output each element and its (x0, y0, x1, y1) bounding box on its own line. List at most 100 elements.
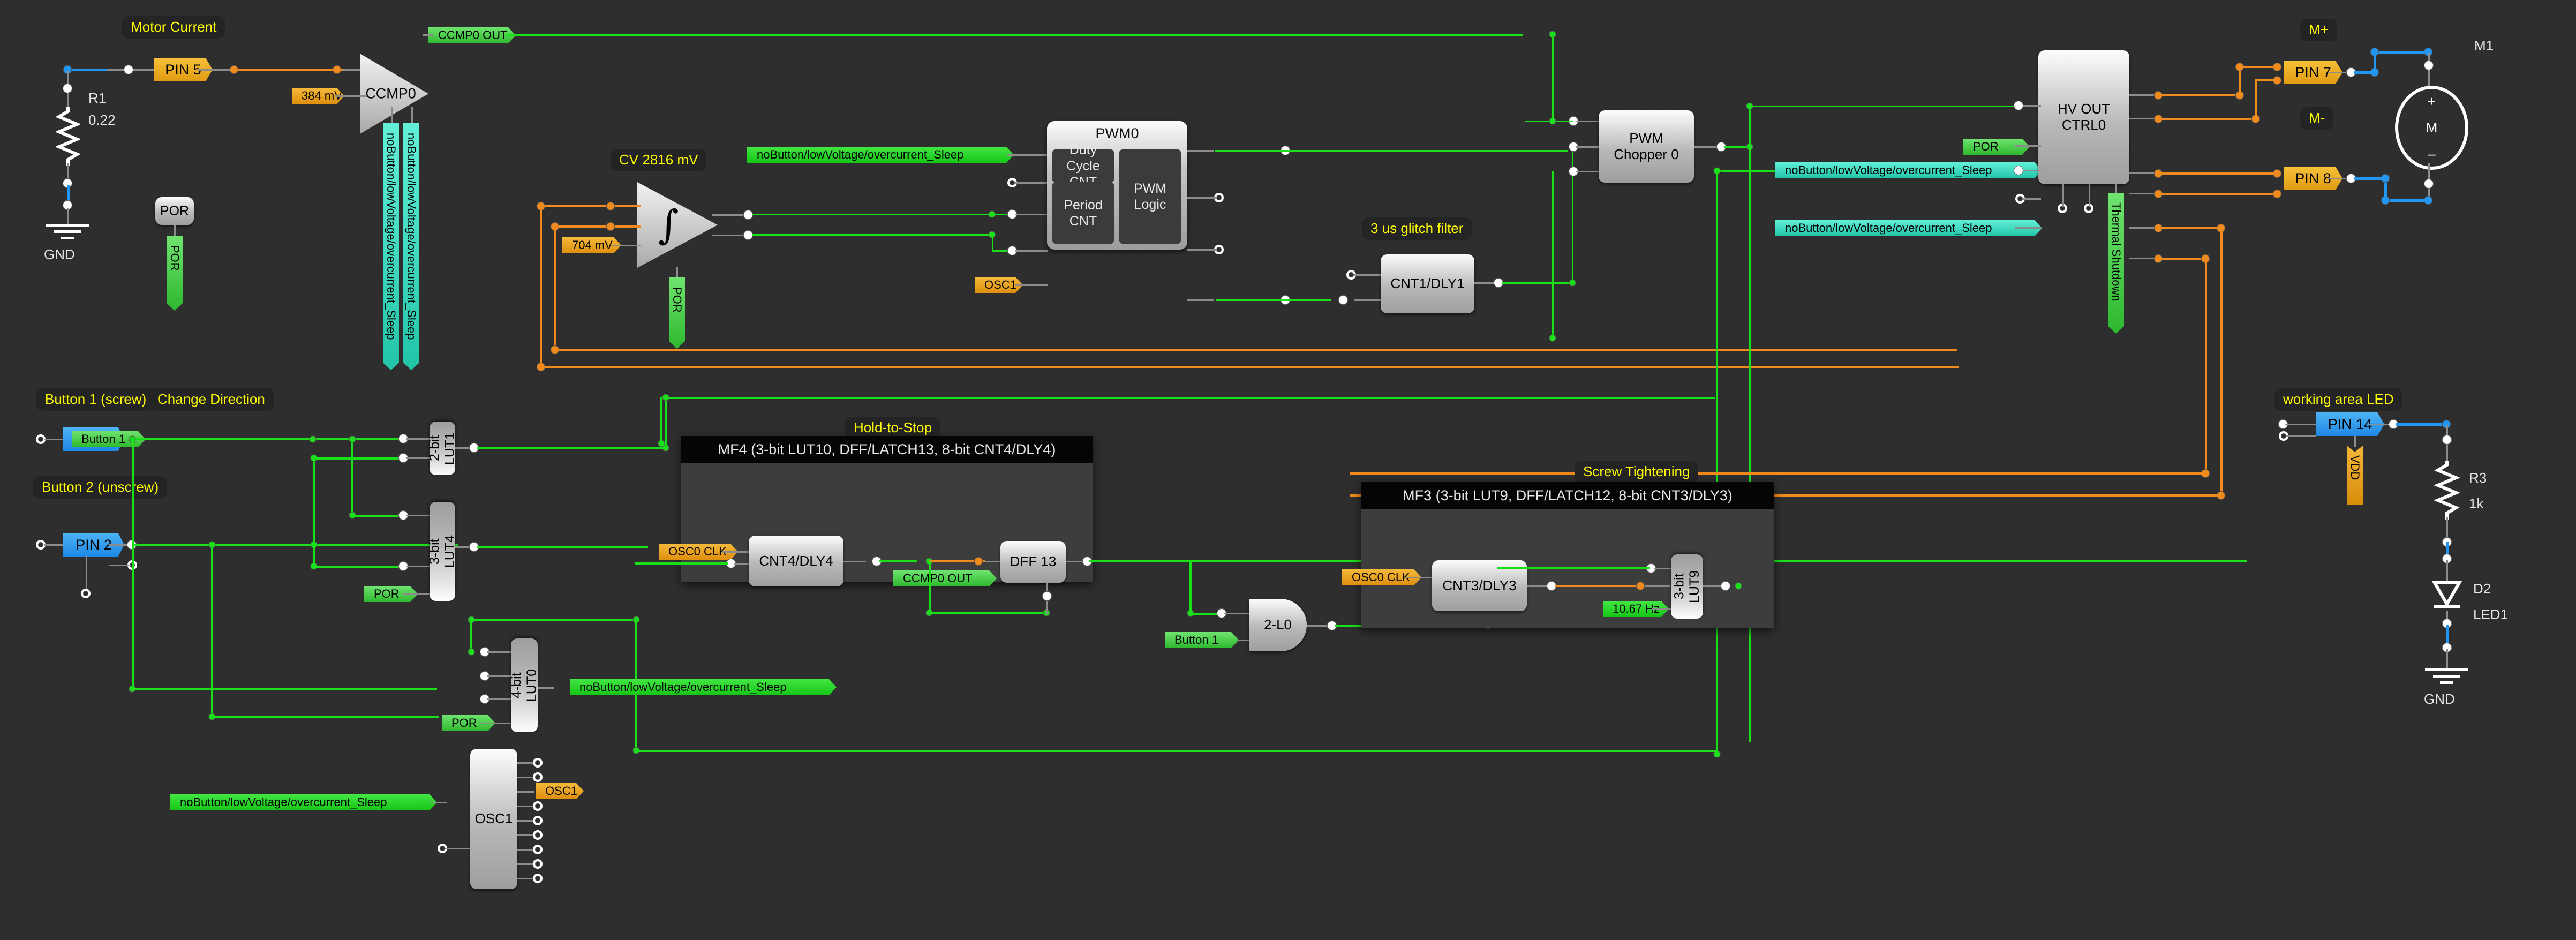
wire-amp-bus-b (554, 349, 1957, 351)
comparator-ccmp0[interactable]: CCMP0 (360, 54, 428, 134)
block-hv-out-ctrl0[interactable]: HV OUT CTRL0 (2038, 50, 2129, 184)
label-r1-ref: R1 (88, 90, 107, 106)
flag-sleep-hv-b[interactable]: noButton/lowVoltage/overcurrent_Sleep (1775, 220, 2042, 236)
wire-lut0-fb-top (470, 619, 637, 621)
block-lut4[interactable]: 3-bit LUT4 (427, 502, 457, 601)
wire-lut1-b-h (313, 457, 401, 460)
wire-hv-out-2 (2158, 172, 2280, 175)
flag-sleep-osc1[interactable]: noButton/lowVoltage/overcurrent_Sleep (170, 794, 437, 810)
node-r1-upper (63, 84, 72, 93)
block-osc1[interactable]: OSC1 (470, 749, 517, 889)
wire-osc1-o7 (517, 863, 534, 865)
ground-symbol-right (2425, 668, 2468, 687)
comment-glitch-filter: 3 us glitch filter (1362, 217, 1472, 240)
wire-pwm-in-b2 (992, 250, 1008, 252)
node-osc1-o5 (533, 830, 543, 840)
flag-por-left[interactable]: POR (167, 236, 183, 311)
wire-ccmp0out-long (506, 34, 1523, 36)
block-por-source-left[interactable]: POR (155, 197, 194, 225)
wire-lut9-in-c (1652, 608, 1671, 610)
comment-motor-current: Motor Current (122, 16, 225, 39)
wire-mf4-fb-left (929, 561, 931, 613)
wire-osc1-o3 (517, 806, 534, 807)
schematic-canvas[interactable]: Motor Current PIN 5 R1 0.22 GND POR POR … (0, 0, 2576, 940)
wire-osc1-o2 (517, 791, 534, 793)
wire-pwm-unused-1 (1015, 182, 1049, 184)
flag-ccmp0out-mf4[interactable]: CCMP0 OUT (893, 570, 997, 586)
wire-pin14-out (2369, 424, 2391, 425)
wire-amp-out-b-net (752, 234, 989, 236)
node-lut9-out (1721, 581, 1730, 591)
vflag-por-amp[interactable]: POR (669, 277, 685, 349)
node-osc1-o8 (533, 874, 543, 883)
node-chopper-top-tap (1549, 31, 1556, 38)
wire-motor-bot-h (2384, 199, 2430, 202)
vflag-thermal-shutdown[interactable]: Thermal Shutdown (2108, 193, 2124, 334)
flag-sleep-pwm0[interactable]: noButton/lowVoltage/overcurrent_Sleep (747, 147, 1014, 163)
node-osc1-o1 (533, 772, 543, 782)
wire-pwm-out-3 (1187, 299, 1214, 301)
mf4-title: MF4 (3-bit LUT10, DFF/LATCH13, 8-bit CNT… (681, 436, 1093, 463)
wire-chopper-out-net (1724, 146, 1749, 148)
wire-hv-bot-stem-1 (2062, 184, 2064, 207)
wire-hv-in-4 (2015, 227, 2041, 229)
block-lut9[interactable]: 3-bit LUT9 (1671, 554, 1703, 619)
wire-lut4-in-b (406, 566, 430, 567)
wire-lut4-a-h (351, 515, 401, 517)
label-r1-val: 0.22 (88, 112, 116, 128)
block-dff13[interactable]: DFF 13 (1000, 541, 1066, 583)
block-lut0[interactable]: 4-bit LUT0 (509, 638, 539, 732)
wire-hv-bot-stem-2 (2089, 184, 2090, 207)
block-pwm-chopper0-body[interactable]: PWM Chopper 0 (1599, 110, 1694, 183)
node-dff-in (974, 557, 983, 566)
wire-pin14-in-a (2285, 424, 2316, 425)
block-cnt1-dly1[interactable]: CNT1/DLY1 (1381, 254, 1474, 313)
wire-hv-out-2-lead (2129, 172, 2156, 174)
wire-osc1-o8 (517, 878, 534, 879)
wire-chopper-out-up (1749, 106, 1751, 149)
ccmp0-label: CCMP0 (365, 85, 416, 102)
wire-mf4-left-v (660, 397, 662, 446)
wire-cnt3-out (1527, 585, 1549, 587)
flag-ccmp0-out[interactable]: CCMP0 OUT (428, 27, 516, 43)
wire-hv-out-5-lead (2129, 258, 2156, 259)
pwm0-title: PWM0 (1095, 125, 1139, 141)
vflag-sleep-ccmp0-b[interactable]: noButton/lowVoltage/overcurrent_Sleep (403, 123, 419, 370)
wire-lut4-b-v (313, 545, 315, 567)
vflag-sleep-ccmp0-a[interactable]: noButton/lowVoltage/overcurrent_Sleep (383, 123, 399, 370)
wire-pwm-out-0-net (1215, 150, 1568, 152)
wire-pwm-out-0 (1187, 150, 1214, 152)
wire-chopper-out-down (1749, 147, 1751, 742)
block-2l0[interactable]: 2-L0 (1249, 599, 1307, 651)
wire-hv-out-5v (2205, 259, 2207, 474)
wire-lut4-in-a (406, 515, 430, 516)
node-ccmp0-in (333, 65, 341, 74)
wire-hv-out-4 (2158, 227, 2223, 229)
wire-osc1-left (445, 848, 471, 849)
node-amp-bus-a (537, 363, 545, 371)
flag-osc1-out[interactable]: OSC1 (536, 783, 584, 799)
wire-osc0clk-mf4 (722, 551, 749, 553)
node-osc1-o0 (533, 758, 543, 768)
block-lut1[interactable]: 2-bit LUT1 (427, 422, 457, 475)
wire-lut0-in-b (487, 675, 511, 677)
integrator-amp[interactable]: ∫ (637, 182, 718, 268)
node-amp-in-b2 (606, 222, 615, 231)
flag-por-hv[interactable]: POR (1963, 139, 2030, 155)
wire-hv-out-4-lead (2129, 227, 2156, 229)
node-amp-in-a2 (606, 202, 615, 210)
block-cnt4-dly4[interactable]: CNT4/DLY4 (749, 536, 843, 586)
flag-sleep-hv-a[interactable]: noButton/lowVoltage/overcurrent_Sleep (1775, 162, 2042, 178)
flag-sleep-lut0-out[interactable]: noButton/lowVoltage/overcurrent_Sleep (570, 679, 837, 695)
wire-hv-out-0-lead (2129, 94, 2156, 96)
node-hv-in-0 (2014, 101, 2023, 110)
motor-symbol-m1[interactable]: + M – (2395, 86, 2468, 170)
comment-cv: CV 2816 mV (611, 149, 707, 171)
wire-amp-in-a (539, 205, 641, 207)
node-pin5-in (124, 65, 133, 74)
wire-button1-down-h (132, 688, 437, 690)
node-mf4-dff-fb (1042, 591, 1052, 601)
vflag-vdd[interactable]: VDD (2347, 446, 2363, 505)
flag-button1-2l0[interactable]: Button 1 (1165, 632, 1239, 648)
wire-704mv-amp (612, 245, 641, 246)
